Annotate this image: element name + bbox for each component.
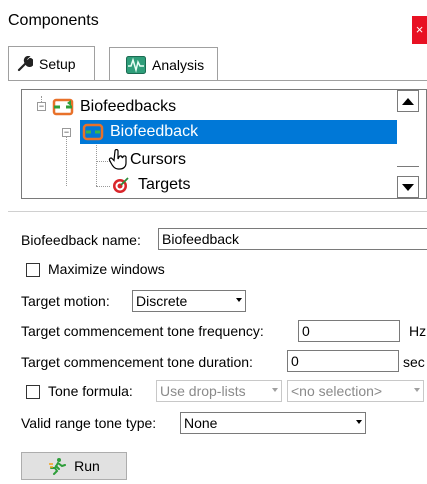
formula-selection-value: <no selection> xyxy=(291,383,383,399)
tabbar-divider xyxy=(8,80,427,81)
tree-scrollbar[interactable] xyxy=(397,90,419,198)
tree-expander-biofeedbacks[interactable]: − xyxy=(37,102,46,111)
valid-range-dropdown[interactable]: None xyxy=(180,412,366,434)
run-button[interactable]: Run xyxy=(21,452,127,480)
target-icon xyxy=(112,176,130,194)
tree-item-label: Targets xyxy=(138,176,191,193)
chevron-down-icon xyxy=(272,388,278,392)
maximize-windows-label: Maximize windows xyxy=(48,261,165,277)
tone-formula-checkbox[interactable] xyxy=(26,385,40,399)
section-divider xyxy=(8,211,427,212)
biofeedback-name-label: Biofeedback name: xyxy=(21,232,141,248)
window-title: Components xyxy=(8,12,99,29)
tone-frequency-field[interactable]: 0 xyxy=(298,320,400,342)
valid-range-value: None xyxy=(184,415,218,431)
chevron-down-icon xyxy=(414,388,420,392)
target-motion-label: Target motion: xyxy=(21,293,110,309)
runner-icon xyxy=(48,457,67,475)
tab-setup[interactable]: Setup xyxy=(8,46,95,81)
scroll-down-button[interactable] xyxy=(397,176,419,198)
tree-item-label: Cursors xyxy=(130,151,187,168)
biofeedback-icon xyxy=(82,123,104,141)
scroll-up-button[interactable] xyxy=(397,90,419,112)
wrench-icon xyxy=(17,56,33,72)
tone-frequency-label: Target commencement tone frequency: xyxy=(21,323,264,339)
tree-line xyxy=(96,142,97,186)
maximize-windows-checkbox[interactable] xyxy=(26,263,40,277)
tab-analysis[interactable]: Analysis xyxy=(109,47,218,81)
tone-duration-label: Target commencement tone duration: xyxy=(21,354,253,370)
arrow-down-icon xyxy=(402,183,414,191)
valid-range-label: Valid range tone type: xyxy=(21,415,157,431)
tree-item-cursors[interactable]: Cursors xyxy=(108,149,186,171)
chevron-down-icon xyxy=(356,420,362,424)
tab-setup-label: Setup xyxy=(39,56,76,72)
tone-formula-label: Tone formula: xyxy=(48,383,133,399)
tree-item-biofeedbacks[interactable]: Biofeedbacks xyxy=(52,96,176,118)
tab-analysis-label: Analysis xyxy=(152,56,205,73)
tone-duration-unit: sec xyxy=(403,354,425,370)
tree-line xyxy=(96,186,110,187)
scroll-thumb[interactable] xyxy=(397,112,419,167)
target-motion-value: Discrete xyxy=(136,293,188,309)
biofeedback-group-icon xyxy=(52,98,74,116)
waveform-icon xyxy=(126,55,146,74)
tone-duration-field[interactable]: 0 xyxy=(287,350,399,372)
run-button-label: Run xyxy=(74,458,100,474)
tree-line xyxy=(66,136,67,186)
target-motion-dropdown[interactable]: Discrete xyxy=(132,290,246,312)
formula-mode-value: Use drop-lists xyxy=(160,383,246,399)
biofeedback-name-field[interactable]: Biofeedback xyxy=(158,228,427,250)
tone-frequency-unit: Hz xyxy=(409,323,427,339)
tree-expander-biofeedback[interactable]: − xyxy=(62,128,71,137)
chevron-down-icon xyxy=(236,298,242,302)
hand-cursor-icon xyxy=(108,149,128,171)
tree-item-biofeedback[interactable]: Biofeedback xyxy=(80,120,397,144)
components-panel: Components × Setup Analysis − − Biofeedb… xyxy=(0,0,427,484)
tree-item-label: Biofeedbacks xyxy=(80,98,177,115)
close-button[interactable]: × xyxy=(412,16,427,44)
formula-selection-dropdown[interactable]: <no selection> xyxy=(287,380,424,402)
arrow-up-icon xyxy=(402,97,414,105)
formula-mode-dropdown[interactable]: Use drop-lists xyxy=(156,380,282,402)
tree-item-label: Biofeedback xyxy=(110,123,199,140)
tree-item-targets[interactable]: Targets xyxy=(112,174,190,196)
